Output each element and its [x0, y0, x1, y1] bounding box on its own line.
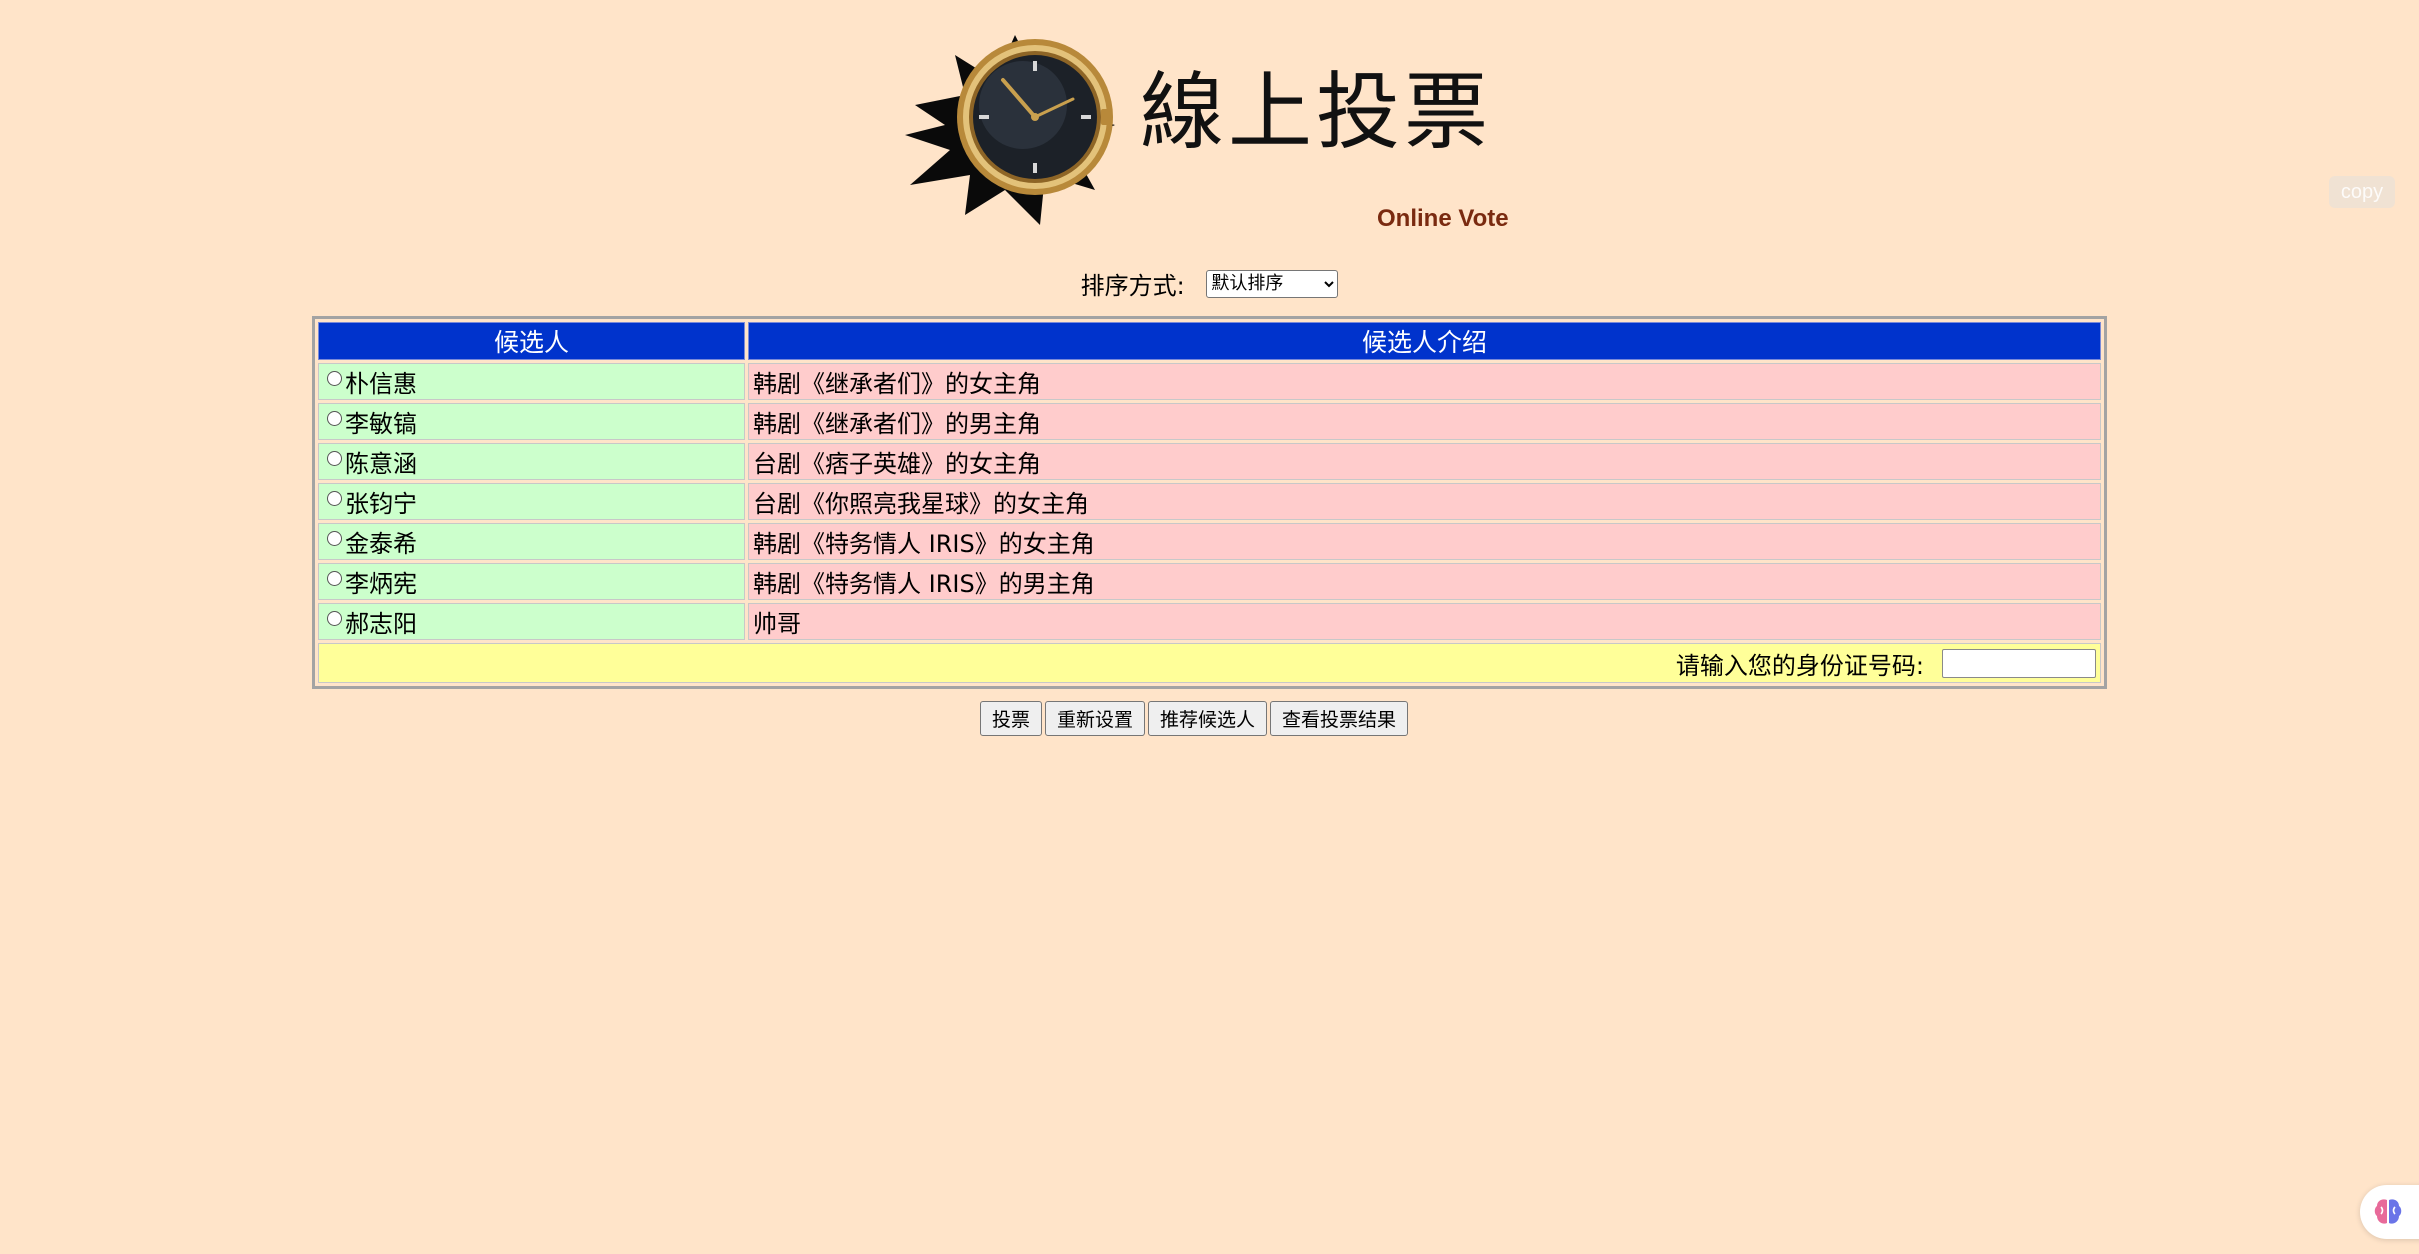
candidate-intro: 帅哥 — [748, 603, 2101, 640]
column-header-intro: 候选人介绍 — [748, 322, 2101, 360]
table-row: 李炳宪 韩剧《特务情人 IRIS》的男主角 — [318, 563, 2101, 600]
online-vote-page: 線上投票 Online Vote 排序方式: 默认排序 候选人 候选人介绍 朴信… — [0, 0, 2419, 1254]
id-row: 请输入您的身份证号码: — [318, 643, 2101, 683]
candidate-name: 陈意涵 — [345, 450, 417, 478]
candidate-cell: 朴信惠 — [318, 363, 745, 400]
table-row: 郝志阳 帅哥 — [318, 603, 2101, 640]
vote-button[interactable]: 投票 — [980, 701, 1043, 736]
candidates-table: 候选人 候选人介绍 朴信惠 韩剧《继承者们》的女主角 李敏镐 韩剧《继承者们》的… — [312, 316, 2107, 689]
table-header-row: 候选人 候选人介绍 — [318, 322, 2101, 360]
candidate-cell: 张钧宁 — [318, 483, 745, 520]
site-logo: 線上投票 Online Vote — [895, 25, 1535, 240]
site-subtitle: Online Vote — [1377, 205, 1509, 232]
candidate-name: 李敏镐 — [345, 410, 417, 438]
reset-button[interactable]: 重新设置 — [1045, 701, 1146, 736]
brain-icon — [2374, 1199, 2402, 1224]
candidate-intro: 韩剧《继承者们》的男主角 — [748, 403, 2101, 440]
candidate-name: 金泰希 — [345, 530, 417, 558]
recommend-button[interactable]: 推荐候选人 — [1148, 701, 1268, 736]
sort-select[interactable]: 默认排序 — [1206, 269, 1339, 298]
candidate-intro: 韩剧《继承者们》的女主角 — [748, 363, 2101, 400]
candidate-radio[interactable] — [327, 611, 342, 626]
candidate-intro: 韩剧《特务情人 IRIS》的男主角 — [748, 563, 2101, 600]
table-row: 李敏镐 韩剧《继承者们》的男主角 — [318, 403, 2101, 440]
table-row: 张钧宁 台剧《你照亮我星球》的女主角 — [318, 483, 2101, 520]
id-number-input[interactable] — [1942, 648, 2096, 678]
candidate-intro: 韩剧《特务情人 IRIS》的女主角 — [748, 523, 2101, 560]
assistant-button[interactable] — [2360, 1185, 2419, 1239]
sort-row: 排序方式: 默认排序 — [0, 266, 2419, 301]
view-results-button[interactable]: 查看投票结果 — [1270, 701, 1409, 736]
candidate-radio[interactable] — [327, 451, 342, 466]
candidate-radio[interactable] — [327, 531, 342, 546]
candidate-radio[interactable] — [327, 571, 342, 586]
sort-label: 排序方式: — [1080, 272, 1185, 300]
copy-button[interactable]: copy — [2329, 176, 2395, 208]
watch-logo-icon — [905, 35, 1115, 225]
candidate-name: 张钧宁 — [345, 490, 417, 518]
candidate-cell: 陈意涵 — [318, 443, 745, 480]
candidate-cell: 李敏镐 — [318, 403, 745, 440]
site-title: 線上投票 — [1140, 63, 1493, 161]
candidate-radio[interactable] — [327, 411, 342, 426]
candidate-cell: 金泰希 — [318, 523, 745, 560]
candidate-name: 李炳宪 — [345, 570, 417, 598]
candidate-radio[interactable] — [327, 371, 342, 386]
id-cell: 请输入您的身份证号码: — [318, 643, 2101, 683]
column-header-candidate: 候选人 — [318, 322, 745, 360]
table-row: 陈意涵 台剧《痞子英雄》的女主角 — [318, 443, 2101, 480]
table-row: 金泰希 韩剧《特务情人 IRIS》的女主角 — [318, 523, 2101, 560]
table-row: 朴信惠 韩剧《继承者们》的女主角 — [318, 363, 2101, 400]
candidate-cell: 郝志阳 — [318, 603, 745, 640]
candidate-cell: 李炳宪 — [318, 563, 745, 600]
candidate-intro: 台剧《你照亮我星球》的女主角 — [748, 483, 2101, 520]
action-buttons: 投票 重新设置 推荐候选人 查看投票结果 — [980, 701, 1411, 736]
candidate-name: 朴信惠 — [345, 370, 417, 398]
id-label: 请输入您的身份证号码: — [1675, 651, 1924, 680]
candidate-name: 郝志阳 — [345, 610, 417, 638]
candidate-intro: 台剧《痞子英雄》的女主角 — [748, 443, 2101, 480]
candidate-radio[interactable] — [327, 491, 342, 506]
